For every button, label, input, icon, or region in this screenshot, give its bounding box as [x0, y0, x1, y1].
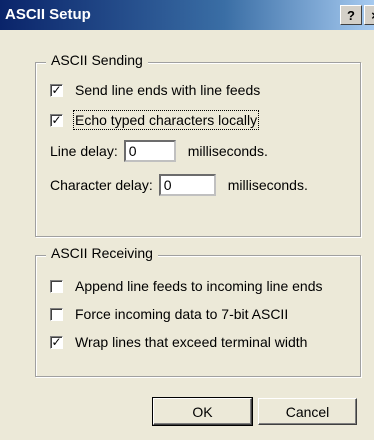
char-delay-input[interactable] [158, 174, 216, 196]
ascii-setup-dialog: ASCII Setup ? × ASCII Sending ✓ Send lin… [0, 0, 374, 440]
title-bar[interactable]: ASCII Setup ? × [0, 0, 374, 30]
cancel-label: Cancel [285, 403, 330, 420]
append-line-feeds-check[interactable] [50, 279, 63, 293]
echo-typed-label: Echo typed characters locally [72, 110, 260, 130]
line-delay-input[interactable] [123, 140, 176, 162]
cancel-button[interactable]: Cancel [258, 398, 357, 425]
help-button[interactable]: ? [340, 5, 362, 25]
ascii-sending-label: ASCII Sending [46, 52, 148, 68]
append-line-feeds-checkbox[interactable]: Append line feeds to incoming line ends [50, 278, 323, 294]
line-delay-label: Line delay: [50, 143, 118, 159]
ok-button[interactable]: OK [152, 397, 253, 426]
help-icon: ? [347, 7, 355, 23]
force-7bit-check[interactable] [50, 307, 63, 321]
window-title: ASCII Setup [5, 6, 91, 23]
send-line-ends-check[interactable]: ✓ [50, 83, 63, 97]
ok-label: OK [192, 403, 213, 420]
char-delay-row: Character delay: milliseconds. [50, 174, 308, 196]
line-delay-unit: milliseconds. [187, 143, 268, 159]
char-delay-label: Character delay: [50, 177, 153, 193]
char-delay-unit: milliseconds. [227, 177, 308, 193]
echo-typed-check[interactable]: ✓ [50, 113, 63, 127]
wrap-lines-label: Wrap lines that exceed terminal width [75, 334, 308, 350]
wrap-lines-check[interactable]: ✓ [50, 335, 63, 349]
echo-typed-checkbox[interactable]: ✓ Echo typed characters locally [50, 110, 260, 130]
close-button[interactable]: × [364, 5, 374, 25]
ascii-receiving-label: ASCII Receiving [46, 245, 158, 261]
send-line-ends-checkbox[interactable]: ✓ Send line ends with line feeds [50, 82, 260, 98]
line-delay-row: Line delay: milliseconds. [50, 140, 268, 162]
append-line-feeds-label: Append line feeds to incoming line ends [75, 278, 323, 294]
wrap-lines-checkbox[interactable]: ✓ Wrap lines that exceed terminal width [50, 334, 307, 350]
force-7bit-checkbox[interactable]: Force incoming data to 7-bit ASCII [50, 306, 288, 322]
send-line-ends-label: Send line ends with line feeds [75, 82, 261, 98]
force-7bit-label: Force incoming data to 7-bit ASCII [75, 306, 289, 322]
